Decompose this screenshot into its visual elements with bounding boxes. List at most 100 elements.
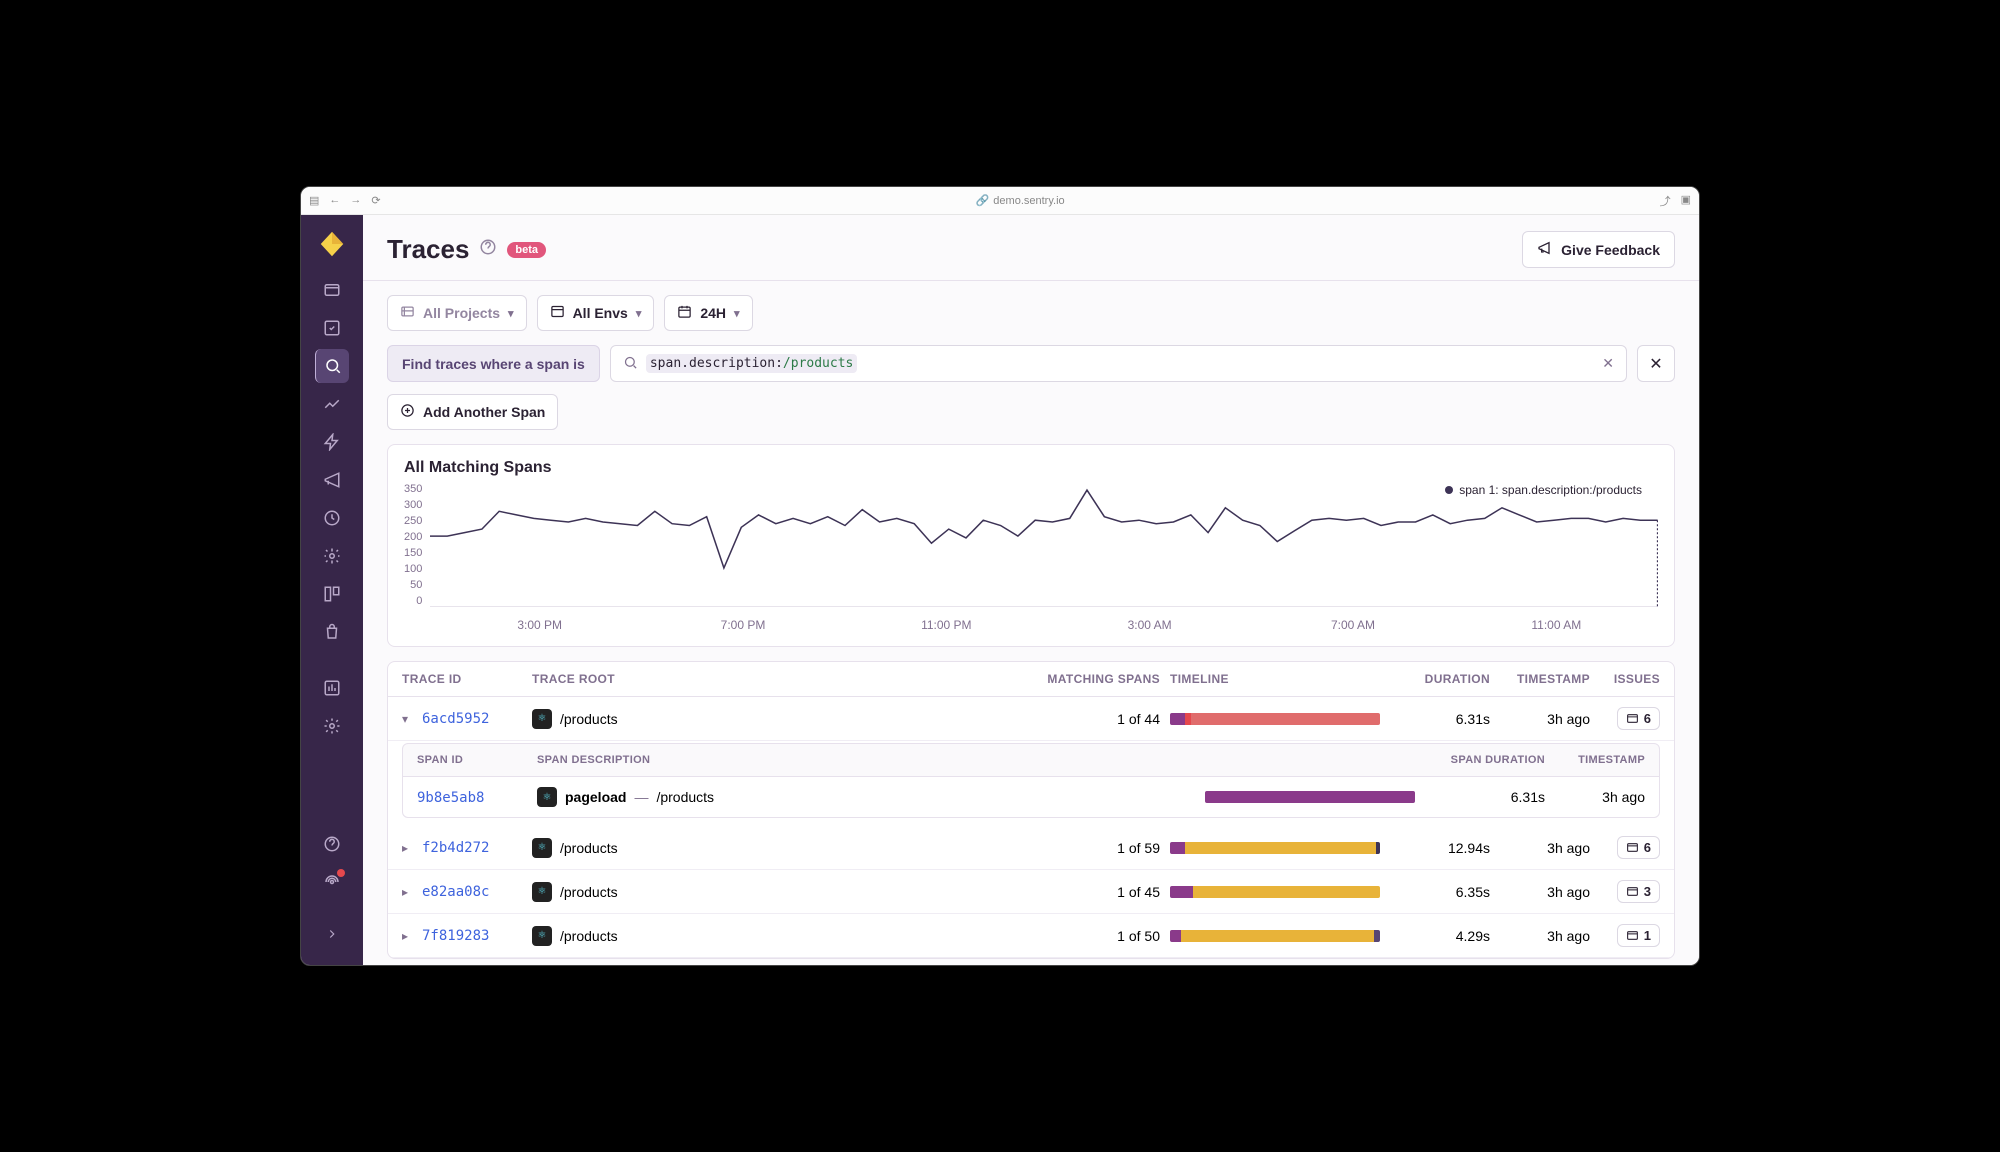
give-feedback-button[interactable]: Give Feedback (1522, 231, 1675, 268)
share-icon[interactable]: ⤴ (1660, 193, 1671, 209)
search-icon (623, 355, 638, 373)
span-duration: 6.31s (1425, 789, 1545, 805)
back-icon[interactable]: ← (329, 194, 340, 207)
nav-issues-icon[interactable] (315, 311, 349, 345)
chevron-down-icon: ▾ (508, 307, 514, 320)
issues-badge[interactable]: 3 (1617, 880, 1660, 903)
nav-activity-icon[interactable] (315, 501, 349, 535)
trace-root-text: /products (560, 928, 618, 944)
timestamp-text: 3h ago (1500, 928, 1590, 944)
nav-settings-icon[interactable] (315, 709, 349, 743)
trace-id-link[interactable]: f2b4d272 (422, 840, 489, 856)
platform-icon: ⚛ (532, 838, 552, 858)
table-row[interactable]: ▸ e82aa08c ⚛ /products 1 of 45 6.35s 3h ag… (388, 870, 1674, 914)
plus-circle-icon (400, 403, 415, 421)
trace-id-link[interactable]: 6acd5952 (422, 711, 489, 727)
issues-badge[interactable]: 6 (1617, 707, 1660, 730)
chevron-down-icon: ▾ (734, 307, 740, 320)
add-span-button[interactable]: Add Another Span (387, 394, 558, 430)
col-timeline: TIMELINE (1170, 672, 1380, 686)
close-search-button[interactable]: ✕ (1637, 345, 1675, 382)
nav-announce-icon[interactable] (315, 463, 349, 497)
duration-text: 6.31s (1390, 711, 1490, 727)
table-row[interactable]: ▸ f2b4d272 ⚛ /products 1 of 59 12.94s 3h a… (388, 826, 1674, 870)
x-axis: 3:00 PM7:00 PM11:00 PM3:00 AM7:00 AM11:0… (438, 618, 1658, 632)
chart-legend: span 1: span.description:/products (1445, 483, 1642, 497)
projects-icon (400, 304, 415, 322)
timestamp-text: 3h ago (1500, 884, 1590, 900)
platform-icon: ⚛ (532, 709, 552, 729)
y-axis: 350300250200150100500 (404, 483, 430, 607)
trace-root-text: /products (560, 840, 618, 856)
megaphone-icon (1537, 240, 1553, 259)
col-trace-root: TRACE ROOT (532, 672, 1030, 686)
col-issues: ISSUES (1600, 672, 1660, 686)
help-icon[interactable] (315, 827, 349, 861)
nav-explore-icon[interactable] (315, 349, 349, 383)
span-id-link[interactable]: 9b8e5ab8 (417, 790, 484, 806)
expand-icon[interactable]: ▸ (402, 929, 414, 943)
sidebar-toggle-icon[interactable]: ▤ (309, 194, 319, 207)
projects-filter[interactable]: All Projects ▾ (387, 295, 527, 331)
span-path: /products (656, 789, 714, 805)
beta-badge: beta (507, 242, 546, 258)
sidebar (301, 215, 363, 965)
expand-icon[interactable]: ▾ (402, 712, 414, 726)
timeline-bar (1170, 886, 1380, 898)
search-hint: Find traces where a span is (387, 345, 600, 382)
timeline-bar (1170, 713, 1380, 725)
duration-text: 6.35s (1390, 884, 1490, 900)
link-icon: 🔗 (976, 194, 990, 207)
nav-dash-icon[interactable] (315, 387, 349, 421)
trace-id-link[interactable]: e82aa08c (422, 884, 489, 900)
chart-line[interactable] (430, 483, 1658, 607)
timeline-bar (1170, 930, 1380, 942)
matching-spans: 1 of 45 (1040, 884, 1160, 900)
env-icon (550, 304, 565, 322)
sentry-logo[interactable] (317, 229, 347, 259)
tabs-icon[interactable]: ▣ (1681, 193, 1691, 209)
issues-badge[interactable]: 1 (1617, 924, 1660, 947)
platform-icon: ⚛ (532, 882, 552, 902)
time-filter[interactable]: 24H ▾ (664, 295, 752, 331)
span-timestamp: 3h ago (1555, 789, 1645, 805)
calendar-icon (677, 304, 692, 322)
duration-text: 12.94s (1390, 840, 1490, 856)
expand-icon[interactable]: ▸ (402, 885, 414, 899)
table-row[interactable]: ▾6acd5952 ⚛/products 1 of 44 6.31s 3h ag… (388, 697, 1674, 741)
duration-text: 4.29s (1390, 928, 1490, 944)
nav-projects-icon[interactable] (315, 273, 349, 307)
timestamp-text: 3h ago (1500, 840, 1590, 856)
envs-filter[interactable]: All Envs ▾ (537, 295, 655, 331)
page-title: Traces (387, 234, 469, 265)
reload-icon[interactable]: ⟳ (371, 194, 380, 207)
query-token[interactable]: span.description:/products (646, 354, 858, 373)
clear-icon[interactable]: ✕ (1602, 355, 1614, 372)
broadcast-icon[interactable] (315, 865, 349, 899)
legend-dot-icon (1445, 486, 1453, 494)
trace-root-text: /products (560, 884, 618, 900)
trace-root-text: /products (560, 711, 618, 727)
nav-perf-icon[interactable] (315, 425, 349, 459)
page-help-icon[interactable] (479, 238, 497, 261)
expand-icon[interactable]: ▸ (402, 841, 414, 855)
trace-id-link[interactable]: 7f819283 (422, 928, 489, 944)
traces-table: TRACE ID TRACE ROOT MATCHING SPANS TIMEL… (387, 661, 1675, 959)
collapse-icon[interactable] (315, 917, 349, 951)
search-input[interactable]: span.description:/products ✕ (610, 345, 1627, 382)
matching-spans: 1 of 59 (1040, 840, 1160, 856)
timeline-bar (1170, 842, 1380, 854)
nav-releases-icon[interactable] (315, 577, 349, 611)
chart-title: All Matching Spans (404, 459, 1658, 477)
timestamp-text: 3h ago (1500, 711, 1590, 727)
chevron-down-icon: ▾ (636, 307, 642, 320)
span-op: pageload (565, 789, 626, 805)
nav-bag-icon[interactable] (315, 615, 349, 649)
nav-stats-icon[interactable] (315, 671, 349, 705)
table-row[interactable]: ▸7f819283 ⚛/products 1 of 50 4.29s 3h ag… (388, 914, 1674, 958)
url-text: demo.sentry.io (993, 195, 1064, 207)
nav-alerts-icon[interactable] (315, 539, 349, 573)
issues-badge[interactable]: 6 (1617, 836, 1660, 859)
col-trace-id: TRACE ID (402, 672, 522, 686)
forward-icon[interactable]: → (350, 194, 361, 207)
